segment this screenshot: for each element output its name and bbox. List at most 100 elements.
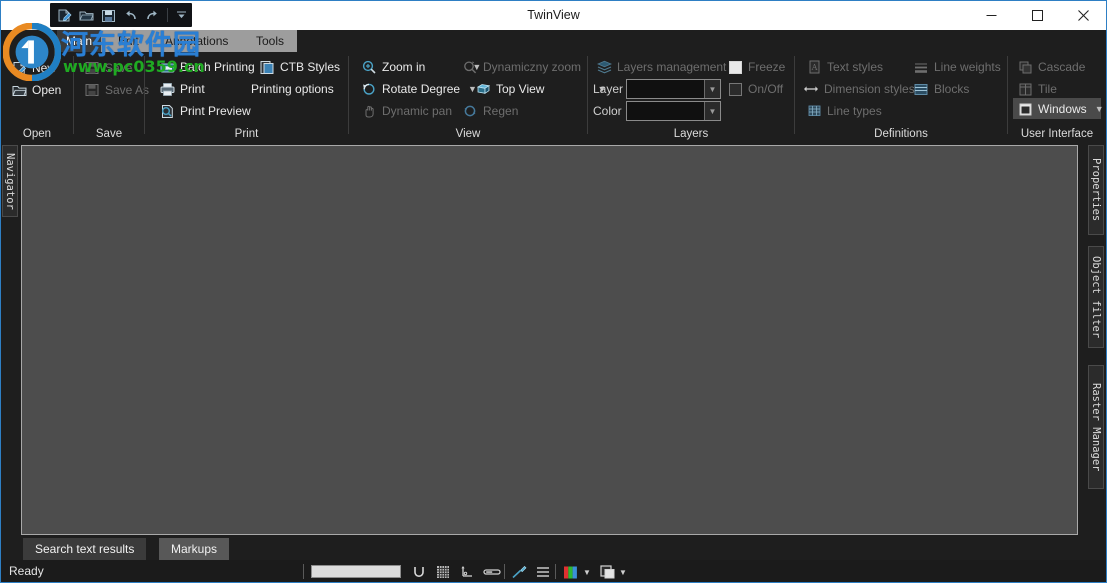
ribbon-item-blocks[interactable]: Blocks (913, 79, 969, 99)
ribbon-item-tile[interactable]: Tile (1017, 79, 1057, 99)
window-dropdown-caret-icon[interactable]: ▼ (617, 563, 629, 581)
layer-combo-label: Layer (593, 79, 623, 99)
windows-chevron-down-icon[interactable]: ▼ (1095, 104, 1104, 114)
ribbon-item-print-preview[interactable]: Print Preview (159, 101, 251, 121)
ribbon-item-open[interactable]: Open (11, 80, 61, 100)
blocks-icon (913, 81, 929, 97)
ribbon-item-windows[interactable]: Windows ▼ (1017, 99, 1104, 119)
color-combo-chevron-down-icon[interactable]: ▼ (704, 102, 720, 120)
text-styles-icon: A (806, 59, 822, 75)
onoff-checkbox[interactable]: On/Off (729, 80, 783, 98)
maximize-button[interactable] (1014, 1, 1060, 30)
ribbon-item-dynamic-pan[interactable]: Dynamic pan (361, 101, 452, 121)
tab-main[interactable]: Main (57, 30, 101, 52)
tab-edit[interactable]: Edit (109, 30, 148, 52)
ribbon-item-cascade[interactable]: Cascade (1017, 57, 1085, 77)
qat-save-icon[interactable] (98, 5, 118, 25)
layers-icon (596, 59, 612, 75)
ribbon-item-new-label: New (32, 61, 56, 75)
svg-text:A: A (810, 63, 817, 72)
ribbon-item-windows-label: Windows (1038, 102, 1087, 116)
ribbon-group-view: Zoom in ▼ Dynamiczny zoom Rotate Degree … (349, 52, 587, 142)
drawing-canvas[interactable] (21, 145, 1078, 535)
qat-divider (167, 8, 168, 22)
window-controls (968, 1, 1106, 30)
freeze-checkbox[interactable]: Freeze (729, 58, 785, 76)
line-types-icon (806, 103, 822, 119)
windows-icon (1017, 101, 1033, 117)
ribbon-item-dimension-styles[interactable]: Dimension styles (803, 79, 915, 99)
ribbon-item-batch-printing[interactable]: Batch Printing (159, 57, 255, 77)
ribbon-item-print[interactable]: Print (159, 79, 205, 99)
ribbon-item-zoom-in-label: Zoom in (382, 60, 425, 74)
printer-icon (159, 81, 175, 97)
color-combo[interactable]: ▼ (626, 101, 721, 121)
navigator-panel-tab[interactable]: Navigator (2, 145, 18, 217)
ribbon-item-dynamic-zoom[interactable]: Dynamiczny zoom (462, 57, 581, 77)
ribbon-item-rotate-degree[interactable]: Rotate Degree ▼ (361, 79, 477, 99)
ribbon-item-save-as[interactable]: Save As (84, 80, 149, 100)
ribbon-item-printing-options[interactable]: Printing options (251, 79, 334, 99)
grid-icon[interactable] (433, 563, 453, 581)
status-divider (504, 564, 505, 579)
layer-combo-chevron-down-icon[interactable]: ▼ (704, 80, 720, 98)
ribbon-item-ctb-styles-label: CTB Styles (280, 60, 340, 74)
ribbon-item-new[interactable]: New (11, 58, 56, 78)
ctb-styles-icon (259, 59, 275, 75)
lineweight-icon[interactable] (482, 563, 502, 581)
qat-new-icon[interactable] (54, 5, 74, 25)
batch-printing-icon (159, 59, 175, 75)
color-dropdown-caret-icon[interactable]: ▼ (581, 563, 593, 581)
minimize-button[interactable] (968, 1, 1014, 30)
snap-osnap-icon[interactable] (409, 563, 429, 581)
qat-redo-icon[interactable] (143, 5, 163, 25)
measure-tool-icon[interactable] (509, 563, 529, 581)
cascade-icon (1017, 59, 1033, 75)
raster-manager-panel-tab[interactable]: Raster Manager (1088, 365, 1104, 489)
ribbon-item-save-as-label: Save As (105, 83, 149, 97)
dynamic-zoom-icon (462, 59, 478, 75)
ribbon-item-dimension-styles-label: Dimension styles (824, 82, 915, 96)
ribbon-item-print-label: Print (180, 82, 205, 96)
ribbon-group-layers: Layers management Layer ▼ Color ▼ Freeze… (588, 52, 794, 142)
window-mode-icon[interactable] (597, 563, 617, 581)
properties-panel-tab[interactable]: Properties (1088, 145, 1104, 235)
color-palette-icon[interactable] (561, 563, 581, 581)
status-bar: Ready ▼ ▼ (1, 560, 1106, 583)
ribbon-item-text-styles[interactable]: A Text styles (806, 57, 883, 77)
onoff-checkbox-box (729, 83, 742, 96)
ribbon-item-regen-label: Regen (483, 104, 518, 118)
qat-open-icon[interactable] (76, 5, 96, 25)
ucs-icon[interactable] (457, 563, 477, 581)
ribbon-item-top-view-label: Top View (496, 82, 544, 96)
hand-pan-icon (361, 103, 377, 119)
ribbon-item-ctb-styles[interactable]: CTB Styles (259, 57, 340, 77)
ribbon-item-blocks-label: Blocks (934, 82, 969, 96)
coordinate-display[interactable] (311, 565, 401, 578)
close-button[interactable] (1060, 1, 1106, 30)
freeze-checkbox-box (729, 61, 742, 74)
qat-undo-icon[interactable] (121, 5, 141, 25)
object-filter-panel-tab[interactable]: Object filter (1088, 246, 1104, 348)
ribbon-item-save[interactable]: Save (84, 58, 132, 78)
tab-search-text-results[interactable]: Search text results (23, 538, 146, 560)
rotate-icon (361, 81, 377, 97)
ribbon-item-line-types[interactable]: Line types (806, 101, 882, 121)
ribbon-item-line-weights[interactable]: Line weights (913, 57, 1001, 77)
tab-tools[interactable]: Tools (247, 30, 293, 52)
tab-markups[interactable]: Markups (159, 538, 229, 560)
ribbon-item-regen[interactable]: Regen (462, 101, 518, 121)
ribbon-group-view-title: View (349, 128, 587, 140)
qat-customize-quick-access-icon[interactable] (172, 5, 192, 25)
ribbon-item-layers-management[interactable]: Layers management (596, 57, 726, 77)
print-preview-icon (159, 103, 175, 119)
ribbon-group-user-interface-title: User Interface (1008, 128, 1106, 140)
ribbon-item-dynamic-pan-label: Dynamic pan (382, 104, 452, 118)
layer-combo[interactable]: ▼ (626, 79, 721, 99)
ribbon-group-definitions-title: Definitions (795, 128, 1007, 140)
color-combo-label: Color (593, 101, 622, 121)
ribbon-group-save-title: Save (74, 128, 144, 140)
menu-lines-icon[interactable] (533, 563, 553, 581)
save-icon (84, 60, 100, 76)
tab-annotations[interactable]: Annotations (156, 30, 237, 52)
